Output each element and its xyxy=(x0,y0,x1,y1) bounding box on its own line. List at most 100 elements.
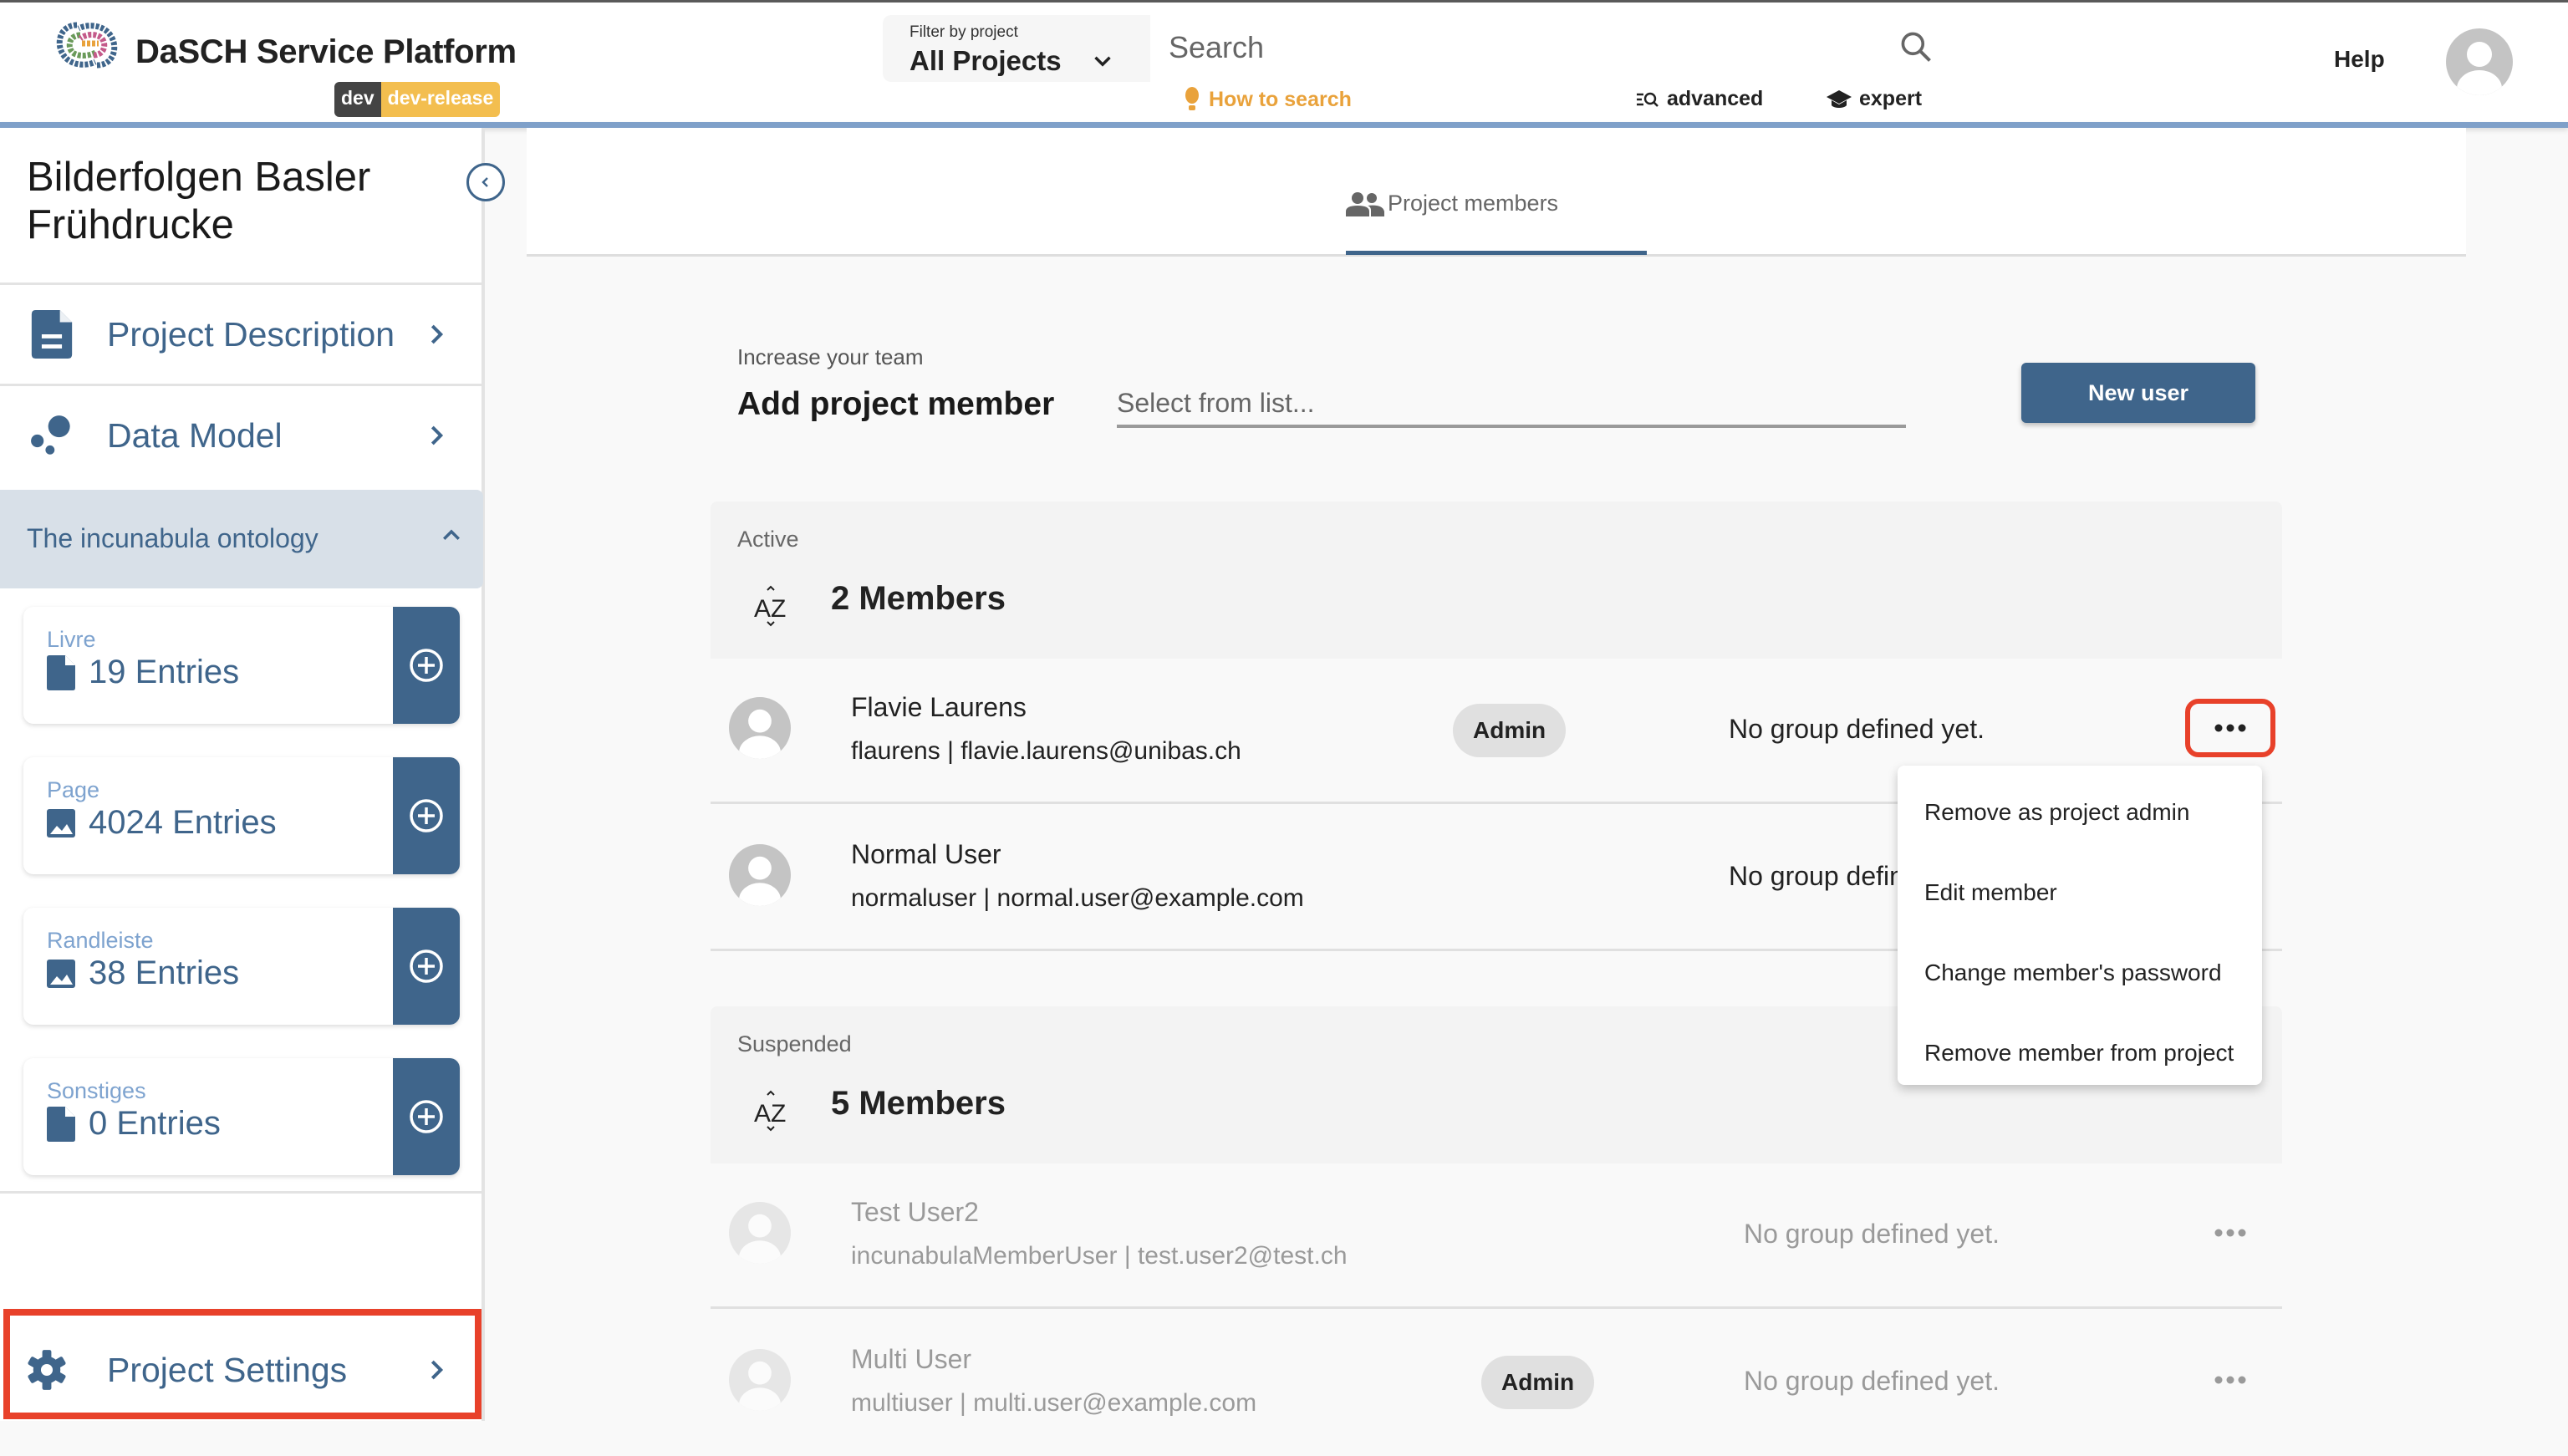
svg-text:Z: Z xyxy=(771,1100,786,1128)
member-group: No group defined yet. xyxy=(1744,1219,2000,1249)
release-label: dev-release xyxy=(380,82,501,117)
advanced-search-label: advanced xyxy=(1667,87,1764,110)
image-icon xyxy=(47,808,75,837)
document-icon xyxy=(47,654,75,690)
member-username-email: normaluser | normal.user@example.com xyxy=(851,884,1304,912)
user-avatar-icon[interactable] xyxy=(2446,28,2513,95)
advanced-search-link[interactable]: advanced xyxy=(1635,87,1763,111)
resource-entry-count: 38 Entries xyxy=(47,955,239,992)
more-options-button[interactable] xyxy=(2185,1204,2275,1262)
resource-class-name: Page xyxy=(47,777,100,802)
sidebar-item-data-model[interactable]: Data Model xyxy=(0,386,482,485)
add-resource-button[interactable] xyxy=(393,1058,460,1175)
member-count: 5 Members xyxy=(831,1085,1006,1122)
sort-az-icon[interactable]: A Z xyxy=(752,585,789,627)
member-avatar-icon xyxy=(729,844,791,906)
environment-badge: dev dev-release xyxy=(334,82,501,117)
add-circle-icon xyxy=(410,799,443,832)
member-avatar-icon xyxy=(729,697,791,759)
member-row: Test User2 incunabulaMemberUser | test.u… xyxy=(711,1163,2282,1309)
section-label: Active xyxy=(737,527,799,552)
menu-item-change-password[interactable]: Change member's password xyxy=(1898,933,2262,1013)
more-options-button[interactable] xyxy=(2185,699,2275,757)
menu-item-edit-member[interactable]: Edit member xyxy=(1898,853,2262,933)
add-circle-icon xyxy=(410,1100,443,1133)
chevron-left-icon xyxy=(482,177,488,187)
member-context-menu: Remove as project admin Edit member Chan… xyxy=(1898,766,2262,1085)
member-username-email: incunabulaMemberUser | test.user2@test.c… xyxy=(851,1242,1348,1270)
lightbulb-icon xyxy=(1185,87,1199,110)
sort-az-icon[interactable]: A Z xyxy=(752,1090,789,1132)
entry-count-label: 0 Entries xyxy=(89,1105,221,1142)
document-icon xyxy=(47,1106,75,1142)
description-icon xyxy=(31,310,73,359)
add-resource-button[interactable] xyxy=(393,908,460,1025)
search-icon[interactable] xyxy=(1898,28,1934,65)
member-name: Flavie Laurens xyxy=(851,692,1027,722)
chevron-up-icon[interactable] xyxy=(438,523,465,548)
member-avatar-icon xyxy=(729,1349,791,1411)
member-name: Multi User xyxy=(851,1344,972,1374)
add-circle-icon xyxy=(410,949,443,983)
how-to-search-link[interactable]: How to search xyxy=(1184,87,1352,112)
help-link[interactable]: Help xyxy=(2334,46,2385,73)
member-count: 2 Members xyxy=(831,580,1006,617)
expert-search-link[interactable]: expert xyxy=(1826,87,1922,111)
member-row: Multi User multiuser | multi.user@exampl… xyxy=(711,1311,2282,1456)
active-members-header: Active A Z 2 Members xyxy=(711,501,2282,659)
tab-project-members[interactable]: Project members xyxy=(1346,191,1558,216)
more-horiz-icon xyxy=(2214,1229,2246,1237)
resource-entry-count: 4024 Entries xyxy=(47,804,277,842)
sidebar-item-label: Data Model xyxy=(107,415,283,455)
env-label: dev xyxy=(334,82,381,117)
project-title: Bilderfolgen Basler Frühdrucke xyxy=(27,155,371,247)
project-filter-value[interactable]: All Projects xyxy=(910,45,1062,77)
member-username-email: multiuser | multi.user@example.com xyxy=(851,1389,1257,1417)
menu-item-remove-admin[interactable]: Remove as project admin xyxy=(1898,772,2262,853)
highlight-annotation-box xyxy=(3,1309,482,1419)
entry-count-label: 4024 Entries xyxy=(89,804,277,841)
entry-count-label: 38 Entries xyxy=(89,955,240,991)
member-avatar-icon xyxy=(729,1202,791,1264)
member-group: No group defined yet. xyxy=(1729,714,1985,744)
more-horiz-icon xyxy=(2214,1376,2246,1384)
menu-item-remove-member[interactable]: Remove member from project xyxy=(1898,1013,2262,1093)
add-circle-icon xyxy=(410,649,443,682)
more-options-button[interactable] xyxy=(2185,1351,2275,1409)
add-member-subtitle: Increase your team xyxy=(737,344,924,369)
search-input[interactable] xyxy=(1169,25,1871,70)
dasch-logo-icon[interactable] xyxy=(52,18,122,72)
collapse-sidebar-button[interactable] xyxy=(466,163,505,201)
graduation-cap-icon xyxy=(1827,89,1852,108)
chevron-right-icon xyxy=(431,324,444,344)
section-label: Suspended xyxy=(737,1031,852,1056)
resource-class-card-livre[interactable]: Livre 19 Entries xyxy=(23,607,460,724)
group-icon xyxy=(1346,191,1384,216)
image-icon xyxy=(47,959,75,988)
member-username-email: flaurens | flavie.laurens@unibas.ch xyxy=(851,737,1241,765)
resource-class-card-page[interactable]: Page 4024 Entries xyxy=(23,757,460,874)
member-name: Normal User xyxy=(851,839,1001,869)
add-resource-button[interactable] xyxy=(393,607,460,724)
member-select-input[interactable] xyxy=(1117,381,1906,428)
resource-entry-count: 0 Entries xyxy=(47,1105,221,1143)
add-resource-button[interactable] xyxy=(393,757,460,874)
project-filter-label: Filter by project xyxy=(910,23,1018,41)
ontology-label[interactable]: The incunabula ontology xyxy=(27,523,318,554)
resource-class-card-sonstiges[interactable]: Sonstiges 0 Entries xyxy=(23,1058,460,1175)
admin-badge: Admin xyxy=(1481,1356,1595,1409)
app-title[interactable]: DaSCH Service Platform xyxy=(135,33,517,71)
resource-class-card-randleiste[interactable]: Randleiste 38 Entries xyxy=(23,908,460,1025)
more-horiz-icon xyxy=(2214,724,2246,732)
sidebar-divider xyxy=(0,1191,482,1194)
new-user-button[interactable]: New user xyxy=(2021,363,2255,423)
svg-text:A: A xyxy=(754,595,771,623)
header-accent-bar xyxy=(0,122,2568,128)
advanced-search-icon xyxy=(1637,92,1658,107)
resource-class-name: Sonstiges xyxy=(47,1078,146,1103)
chevron-right-icon xyxy=(431,425,444,445)
chevron-down-icon[interactable] xyxy=(1088,47,1117,75)
sidebar-item-project-description[interactable]: Project Description xyxy=(0,285,482,384)
svg-text:A: A xyxy=(754,1100,771,1128)
member-group: No group defined yet. xyxy=(1744,1366,2000,1396)
